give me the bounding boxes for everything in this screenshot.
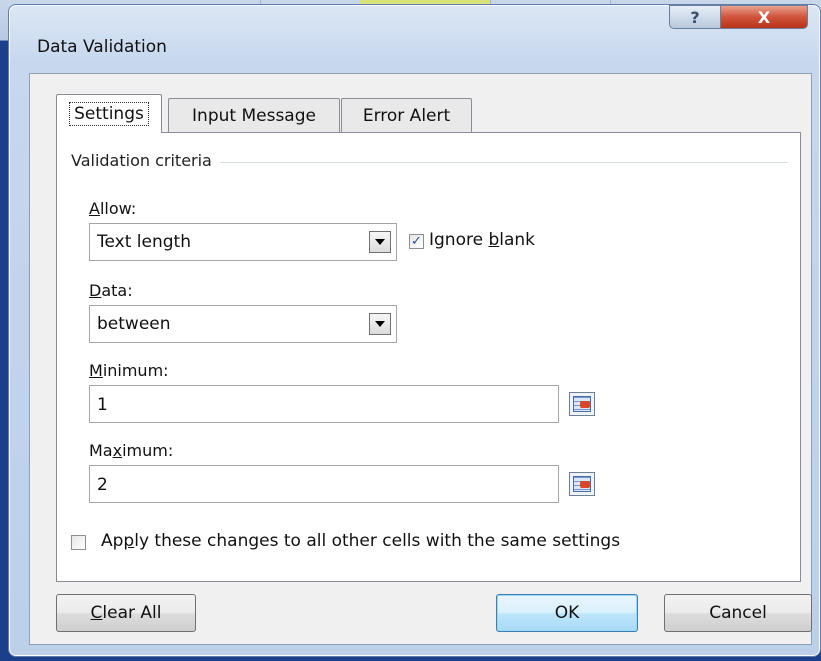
tab-settings-label: Settings xyxy=(69,102,149,126)
ignore-blank-checkbox[interactable]: ✓ xyxy=(409,234,424,249)
close-button[interactable]: X xyxy=(720,5,808,29)
minimum-label: Minimum: xyxy=(89,361,169,380)
tab-error-alert-label: Error Alert xyxy=(362,105,451,126)
allow-value: Text length xyxy=(97,232,191,252)
allow-label: Allow: xyxy=(89,199,137,218)
cancel-button[interactable]: Cancel xyxy=(664,594,812,632)
data-value: between xyxy=(97,314,171,334)
dialog-client-area: Settings Input Message Error Alert Valid… xyxy=(29,73,812,645)
help-button[interactable]: ? xyxy=(669,5,721,29)
validation-criteria-label: Validation criteria xyxy=(71,151,220,170)
minimum-range-picker-button[interactable] xyxy=(569,392,595,416)
close-icon: X xyxy=(757,7,771,27)
chevron-down-icon xyxy=(375,239,385,245)
dialog-title: Data Validation xyxy=(37,37,167,57)
maximum-range-picker-button[interactable] xyxy=(569,472,595,496)
maximum-label: Maximum: xyxy=(89,441,174,460)
tab-input-message-label: Input Message xyxy=(192,105,316,126)
chevron-down-icon xyxy=(375,321,385,327)
data-label: Data: xyxy=(89,281,133,300)
tab-settings[interactable]: Settings xyxy=(56,94,162,133)
maximum-value: 2 xyxy=(97,475,108,495)
data-select[interactable]: between xyxy=(89,305,397,343)
allow-dropdown-button[interactable] xyxy=(369,231,391,253)
checkmark-icon: ✓ xyxy=(411,234,422,249)
maximum-input[interactable]: 2 xyxy=(89,465,559,503)
data-dropdown-button[interactable] xyxy=(369,313,391,335)
apply-all-label: Apply these changes to all other cells w… xyxy=(101,531,621,551)
allow-select[interactable]: Text length xyxy=(89,223,397,261)
data-validation-dialog: Data Validation ? X Settings Input Messa… xyxy=(8,4,821,657)
apply-all-checkbox[interactable] xyxy=(71,535,86,550)
tab-error-alert[interactable]: Error Alert xyxy=(341,98,472,132)
help-icon: ? xyxy=(690,7,700,27)
clear-all-button[interactable]: Clear All xyxy=(56,594,196,632)
ok-button[interactable]: OK xyxy=(496,594,638,632)
minimum-value: 1 xyxy=(97,395,108,415)
ignore-blank-label: Ignore blank xyxy=(429,230,536,250)
minimum-input[interactable]: 1 xyxy=(89,385,559,423)
settings-panel: Validation criteria Allow: Text length ✓… xyxy=(56,132,801,582)
tab-input-message[interactable]: Input Message xyxy=(168,98,340,132)
